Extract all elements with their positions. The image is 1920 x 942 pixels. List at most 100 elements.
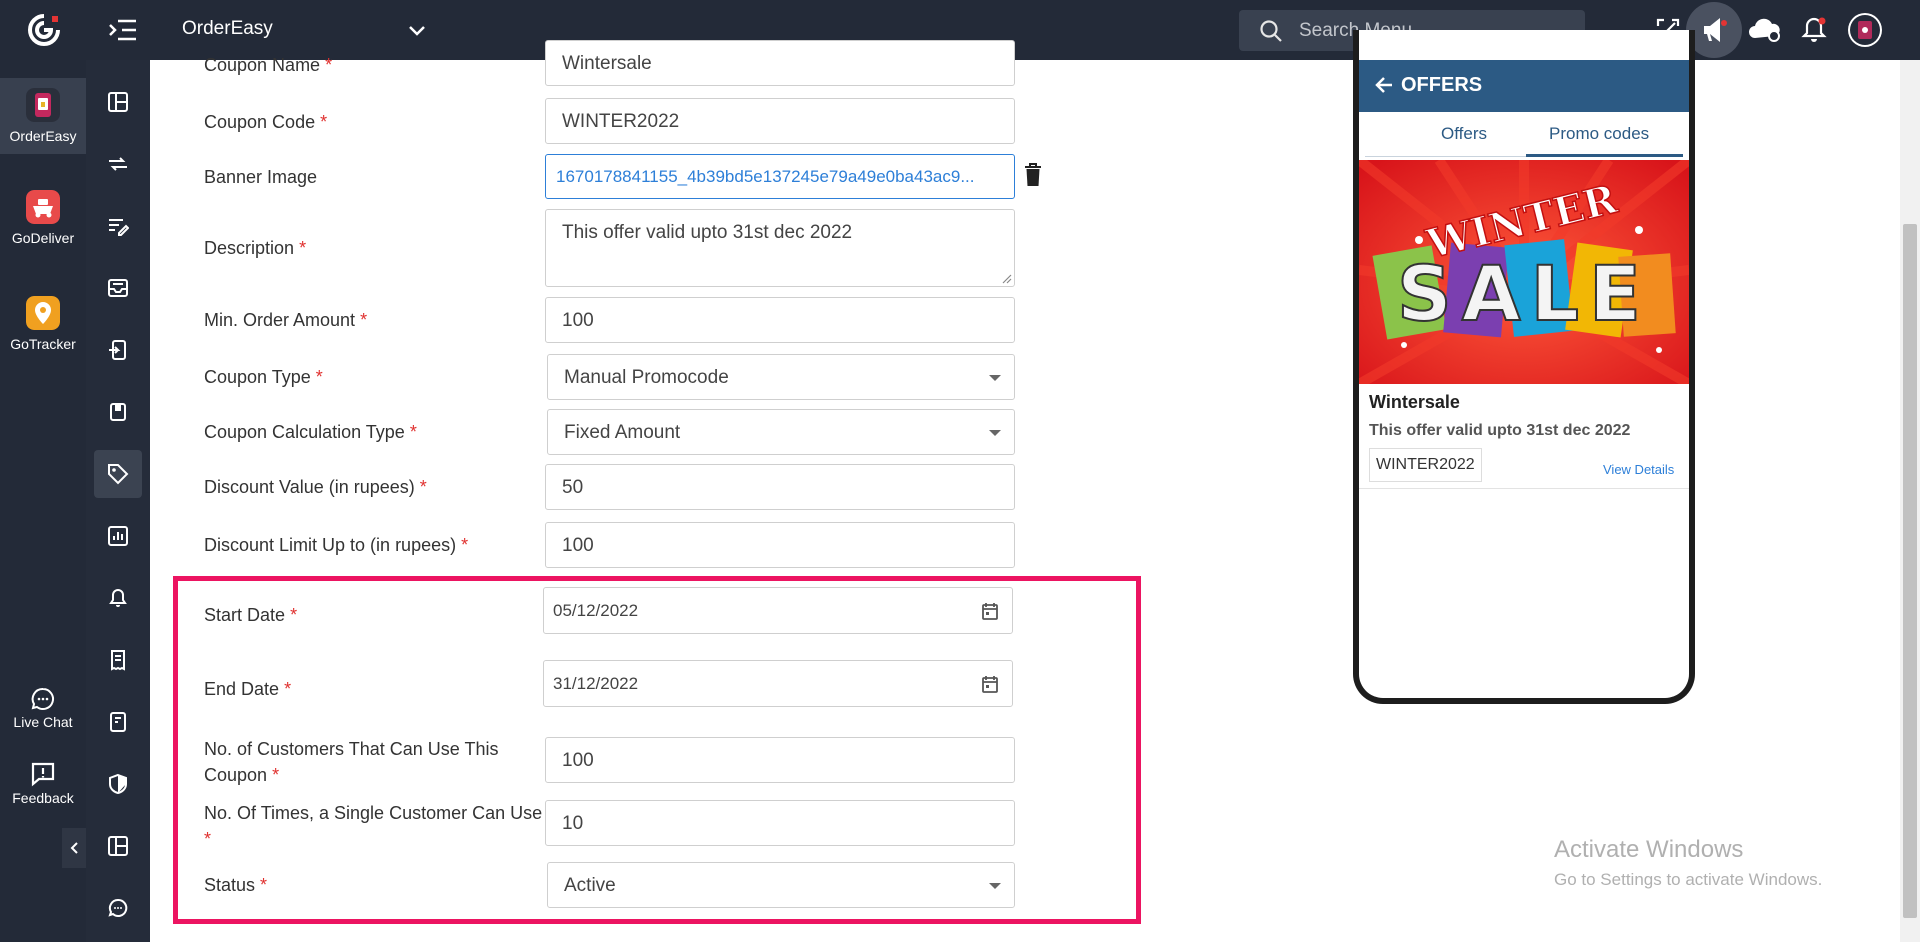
- rail-app-godeliver[interactable]: GoDeliver: [0, 190, 86, 266]
- banner-text-sale: SALE: [1397, 249, 1651, 338]
- calc-type-label: Coupon Calculation Type *: [204, 422, 417, 442]
- banner-image-label: Banner Image: [204, 167, 318, 187]
- calc-type-select[interactable]: Fixed Amount: [547, 409, 1015, 455]
- book-icon: [110, 403, 126, 421]
- document-icon: [110, 712, 126, 732]
- start-date-input[interactable]: 05/12/2022: [543, 587, 1013, 634]
- offer-title: Wintersale: [1369, 392, 1460, 412]
- feedback-button[interactable]: Feedback: [0, 760, 86, 806]
- preview-tabs: Offers Promo codes: [1359, 112, 1689, 160]
- module-rail: [86, 60, 150, 942]
- gotracker-app-icon: [26, 296, 60, 330]
- rail-coupons[interactable]: [94, 450, 142, 498]
- description-textarea[interactable]: This offer valid upto 31st dec 2022: [545, 209, 1015, 287]
- rail-book[interactable]: [94, 388, 142, 436]
- app-rail: OrderEasy GoDeliver GoTracker Live Chat: [0, 60, 86, 942]
- delete-trash-icon[interactable]: [1024, 163, 1042, 187]
- rail-mobile[interactable]: [94, 326, 142, 374]
- rail-app-label: GoTracker: [10, 336, 76, 352]
- offer-description: This offer valid upto 31st dec 2022: [1369, 422, 1631, 439]
- rail-app-label: OrderEasy: [9, 128, 77, 144]
- collapse-sidebar-button[interactable]: [62, 828, 86, 868]
- rail-app-gotracker[interactable]: GoTracker: [0, 296, 86, 372]
- calendar-icon[interactable]: [982, 602, 998, 620]
- discount-limit-label: Discount Limit Up to (in rupees) *: [204, 535, 469, 555]
- cloud-sync-icon[interactable]: [1747, 14, 1783, 46]
- rail-reports[interactable]: [94, 512, 142, 560]
- rail-receipts[interactable]: [94, 636, 142, 684]
- bar-chart-icon: [108, 526, 128, 546]
- discount-value-label: Discount Value (in rupees) *: [204, 477, 427, 497]
- live-chat-button[interactable]: Live Chat: [0, 686, 86, 730]
- dropdown-caret-icon: [989, 430, 1001, 436]
- rail-transfer[interactable]: [94, 140, 142, 188]
- customers-limit-input[interactable]: 100: [545, 737, 1015, 783]
- message-icon: [108, 898, 128, 917]
- resize-handle-icon[interactable]: [1000, 272, 1012, 284]
- inbox-icon: [108, 279, 128, 297]
- coupon-name-input[interactable]: Wintersale: [545, 40, 1015, 86]
- tag-icon: [108, 464, 129, 485]
- end-date-label: End Date *: [204, 679, 292, 699]
- app-logo-icon[interactable]: [26, 12, 62, 48]
- banner-image: WINTER SALE: [1359, 160, 1689, 384]
- receipt-icon: [111, 650, 125, 671]
- rail-messages[interactable]: [94, 884, 142, 932]
- status-select[interactable]: Active: [547, 862, 1015, 908]
- rail-app-ordereasy[interactable]: OrderEasy: [0, 78, 86, 154]
- description-label: Description *: [204, 238, 307, 258]
- chevron-down-icon[interactable]: [404, 18, 430, 44]
- dropdown-caret-icon: [989, 375, 1001, 381]
- discount-value-input[interactable]: 50: [545, 464, 1015, 510]
- chevron-left-icon: [70, 842, 78, 854]
- notification-bell-icon[interactable]: [1798, 14, 1830, 46]
- coupon-type-label: Coupon Type *: [204, 367, 323, 387]
- coupon-name-label: Coupon Name *: [204, 55, 333, 75]
- feedback-label: Feedback: [12, 790, 74, 806]
- dashboard-icon: [108, 92, 128, 112]
- min-order-input[interactable]: 100: [545, 297, 1015, 343]
- windows-watermark-title: Activate Windows: [1554, 836, 1744, 863]
- scrollbar-thumb[interactable]: [1903, 224, 1917, 918]
- feedback-icon: [31, 762, 55, 787]
- view-details-link[interactable]: View Details: [1603, 462, 1674, 477]
- chat-bubble-icon: [31, 687, 54, 710]
- start-date-label: Start Date *: [204, 605, 298, 625]
- layout-icon: [108, 836, 128, 856]
- edit-list-icon: [109, 219, 129, 236]
- coupon-code-label: Coupon Code *: [204, 112, 328, 132]
- customers-limit-label: No. of Customers That Can Use This Coupo…: [204, 739, 499, 785]
- rail-security[interactable]: [94, 760, 142, 808]
- tab-promo-codes[interactable]: Promo codes: [1549, 124, 1649, 144]
- preview-header: OFFERS: [1359, 60, 1689, 112]
- discount-limit-input[interactable]: 100: [545, 522, 1015, 568]
- winter-sale-banner: WINTER SALE: [1359, 160, 1689, 384]
- menu-toggle-icon[interactable]: [108, 17, 138, 43]
- tab-offers[interactable]: Offers: [1441, 124, 1487, 144]
- rail-inbox[interactable]: [94, 264, 142, 312]
- ordereasy-app-icon: [26, 88, 60, 122]
- coupon-code-input[interactable]: WINTER2022: [545, 98, 1015, 144]
- end-date-input[interactable]: 31/12/2022: [543, 660, 1013, 707]
- transfer-arrows-icon: [109, 157, 127, 171]
- rail-documents[interactable]: [94, 698, 142, 746]
- per-customer-limit-label: No. Of Times, a Single Customer Can Use …: [204, 803, 543, 849]
- min-order-label: Min. Order Amount *: [204, 310, 368, 330]
- back-arrow-icon[interactable]: [1375, 76, 1393, 94]
- search-icon: [1260, 20, 1282, 42]
- status-label: Status *: [204, 875, 268, 895]
- shield-icon: [109, 773, 127, 795]
- godeliver-app-icon: [26, 190, 60, 224]
- rail-notifications[interactable]: [94, 574, 142, 622]
- per-customer-limit-input[interactable]: 10: [545, 800, 1015, 846]
- rail-dashboard[interactable]: [94, 78, 142, 126]
- rail-layout[interactable]: [94, 822, 142, 870]
- rail-orders[interactable]: [94, 202, 142, 250]
- coupon-type-select[interactable]: Manual Promocode: [547, 354, 1015, 400]
- user-avatar-icon[interactable]: [1846, 11, 1884, 49]
- banner-image-input[interactable]: 1670178841155_4b39bd5e137245e79a49e0ba43…: [545, 154, 1015, 199]
- active-tab-indicator: [1526, 154, 1683, 157]
- app-name[interactable]: OrderEasy: [182, 18, 273, 40]
- calendar-icon[interactable]: [982, 675, 998, 693]
- live-chat-label: Live Chat: [13, 714, 73, 730]
